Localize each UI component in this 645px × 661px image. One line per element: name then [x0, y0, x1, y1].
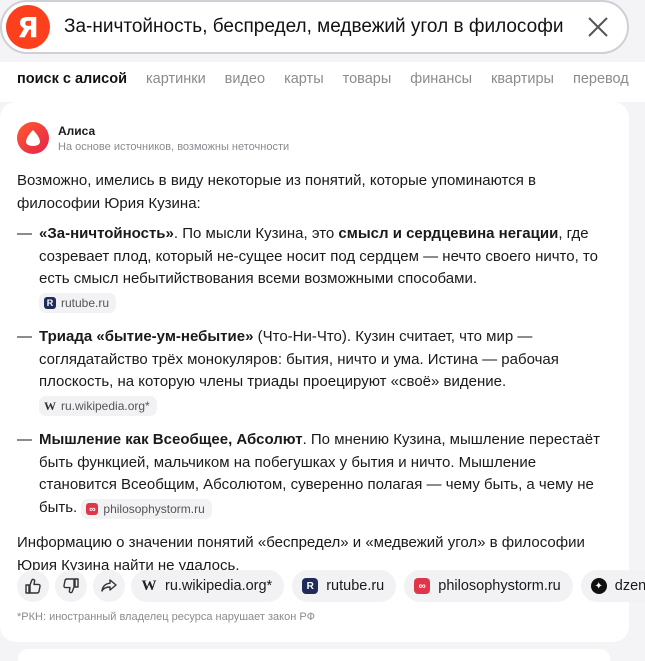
tab-products[interactable]: товары [343, 71, 392, 87]
rkn-footnote: *РКН: иностранный владелец ресурса наруш… [17, 611, 315, 623]
rutube-icon: R [44, 296, 56, 309]
like-button[interactable] [17, 570, 49, 602]
follow-up-input[interactable] [18, 649, 610, 661]
list-item: — «За-ничтойность». По мысли Кузина, это… [17, 223, 612, 313]
answer-actions: W ru.wikipedia.org* R rutube.ru ∞ philos… [17, 570, 645, 602]
tab-alice-search[interactable]: поиск с алисой [17, 71, 127, 87]
alice-name: Алиса [58, 123, 96, 138]
yandex-logo[interactable]: Я [6, 5, 50, 49]
answer-intro: Возможно, имелись в виду некоторые из по… [17, 172, 536, 212]
alice-header: Алиса На основе источников, возможны нет… [17, 122, 289, 154]
alice-disclaimer: На основе источников, возможны неточност… [58, 140, 290, 153]
dzen-icon: ✦ [590, 578, 607, 594]
dislike-button[interactable] [55, 570, 87, 602]
thumbs-up-icon [25, 578, 41, 594]
search-bar[interactable]: Я За-ничтойность, беспредел, медвежий уг… [0, 0, 629, 54]
tab-video[interactable]: видео [225, 71, 265, 87]
list-item: — Триада «бытие-ум-небытие» (Что-Ни-Что)… [17, 326, 612, 416]
rutube-icon: R [302, 578, 319, 594]
tab-maps[interactable]: карты [284, 71, 324, 87]
source-pill-wikipedia[interactable]: W ru.wikipedia.org* [131, 570, 285, 602]
share-icon [101, 579, 117, 592]
share-button[interactable] [93, 570, 125, 602]
philosophystorm-icon: ∞ [414, 578, 431, 594]
list-item: — Мышление как Всеобщее, Абсолют. По мне… [17, 429, 612, 519]
thumbs-down-icon [63, 578, 79, 594]
tab-finance[interactable]: финансы [410, 71, 472, 87]
source-chip-rutube[interactable]: R rutube.ru [39, 292, 117, 313]
tab-images[interactable]: картинки [146, 71, 206, 87]
search-tabs: поиск с алисой картинки видео карты това… [0, 62, 645, 96]
source-pill-rutube[interactable]: R rutube.ru [292, 570, 397, 602]
search-input[interactable]: За-ничтойность, беспредел, медвежий угол… [64, 16, 564, 38]
source-pill-philosophystorm[interactable]: ∞ philosophystorm.ru [404, 570, 573, 602]
alice-logo-icon [17, 122, 49, 154]
tab-translate[interactable]: перевод [573, 71, 629, 87]
wikipedia-icon: W [44, 398, 56, 413]
answer-text: Возможно, имелись в виду некоторые из по… [17, 170, 612, 585]
source-pill-dzen[interactable]: ✦ dzen [580, 570, 645, 602]
source-chip-philosophystorm[interactable]: ∞ philosophystorm.ru [81, 498, 212, 519]
philosophystorm-icon: ∞ [86, 502, 99, 515]
close-icon[interactable] [587, 16, 609, 38]
source-chip-wikipedia[interactable]: W ru.wikipedia.org* [39, 395, 157, 416]
wikipedia-icon: W [141, 577, 157, 594]
tab-apartments[interactable]: квартиры [491, 71, 554, 87]
alice-answer-card: Алиса На основе источников, возможны нет… [0, 102, 645, 642]
